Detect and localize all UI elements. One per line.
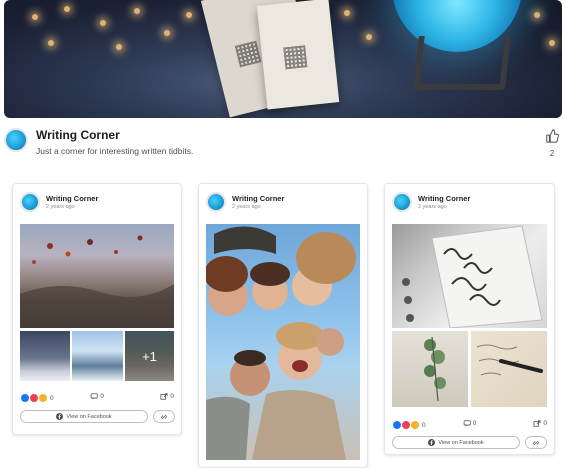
post-photo-fountain-pen[interactable] xyxy=(471,331,547,407)
post-header: Writing Corner 2 years ago xyxy=(20,192,174,214)
page-avatar[interactable] xyxy=(4,128,28,152)
share-button[interactable] xyxy=(525,436,547,449)
post-timestamp[interactable]: 2 years ago xyxy=(418,204,447,210)
post-author-name[interactable]: Writing Corner xyxy=(232,194,284,203)
link-icon xyxy=(161,414,167,419)
page-like-count: 2 xyxy=(549,149,555,158)
post-photo-balloons[interactable] xyxy=(20,224,174,328)
shares-count: 0 xyxy=(170,393,174,400)
cover-photo xyxy=(4,0,562,118)
comment-icon xyxy=(463,420,471,427)
haha-reaction-icon xyxy=(38,393,48,403)
link-icon xyxy=(533,440,539,445)
comments-summary[interactable]: 0 xyxy=(463,420,477,427)
post-photo-snowy-mountain[interactable] xyxy=(72,331,123,381)
view-on-facebook-button[interactable]: View on Facebook xyxy=(392,436,520,449)
post-card: Writing Corner 2 years ago xyxy=(384,183,555,455)
more-photos-count: +1 xyxy=(125,331,174,381)
paper-illustration xyxy=(256,0,340,110)
haha-reaction-icon xyxy=(410,420,420,430)
post-author-avatar[interactable] xyxy=(206,192,226,212)
shares-count: 0 xyxy=(543,420,547,427)
facebook-icon xyxy=(428,439,436,446)
post-photo-more[interactable]: +1 xyxy=(125,331,174,381)
post-author-avatar[interactable] xyxy=(392,192,412,212)
comments-summary[interactable]: 0 xyxy=(90,393,104,400)
post-author-name[interactable]: Writing Corner xyxy=(46,194,98,203)
post-photo-night-mountain[interactable] xyxy=(20,331,70,381)
reactions-summary[interactable]: 0 xyxy=(392,420,426,430)
share-button[interactable] xyxy=(153,410,175,423)
comments-count: 0 xyxy=(100,393,104,400)
post-author-avatar[interactable] xyxy=(20,192,40,212)
post-card: Writing Corner 2 years ago xyxy=(198,183,368,468)
page-name[interactable]: Writing Corner xyxy=(36,128,120,142)
facebook-icon xyxy=(56,413,64,420)
view-on-facebook-label: View on Facebook xyxy=(66,413,112,420)
thumbs-up-icon xyxy=(546,129,559,143)
comment-icon xyxy=(90,393,98,400)
page-description: Just a corner for interesting written ti… xyxy=(36,146,194,156)
post-photo-eucalyptus[interactable] xyxy=(392,331,468,407)
shares-summary[interactable]: 0 xyxy=(533,420,547,427)
post-timestamp[interactable]: 2 years ago xyxy=(232,204,261,210)
comments-count: 0 xyxy=(472,420,477,427)
post-author-name[interactable]: Writing Corner xyxy=(418,194,470,203)
post-timestamp[interactable]: 2 years ago xyxy=(46,204,75,210)
view-on-facebook-button[interactable]: View on Facebook xyxy=(20,410,148,423)
page-like-button[interactable]: 2 xyxy=(544,129,560,158)
post-photo-group-selfie[interactable] xyxy=(206,224,360,460)
share-icon xyxy=(160,393,168,400)
page-header: Writing Corner Just a corner for interes… xyxy=(4,126,562,160)
reactions-count: 0 xyxy=(422,421,426,429)
post-header: Writing Corner 2 years ago xyxy=(392,192,547,214)
lamp-stand-illustration xyxy=(413,36,511,90)
shares-summary[interactable]: 0 xyxy=(160,393,174,400)
reactions-summary[interactable]: 0 xyxy=(20,393,54,403)
share-icon xyxy=(533,420,541,427)
post-stats: 0 0 0 xyxy=(20,393,174,405)
post-card: Writing Corner 2 years ago +1 0 0 0 View… xyxy=(12,183,182,435)
post-header: Writing Corner 2 years ago xyxy=(206,192,360,214)
reactions-count: 0 xyxy=(50,394,54,402)
view-on-facebook-label: View on Facebook xyxy=(438,439,484,446)
post-photo-handwritten-notebook[interactable] xyxy=(392,224,547,328)
post-stats: 0 0 0 xyxy=(392,420,547,432)
